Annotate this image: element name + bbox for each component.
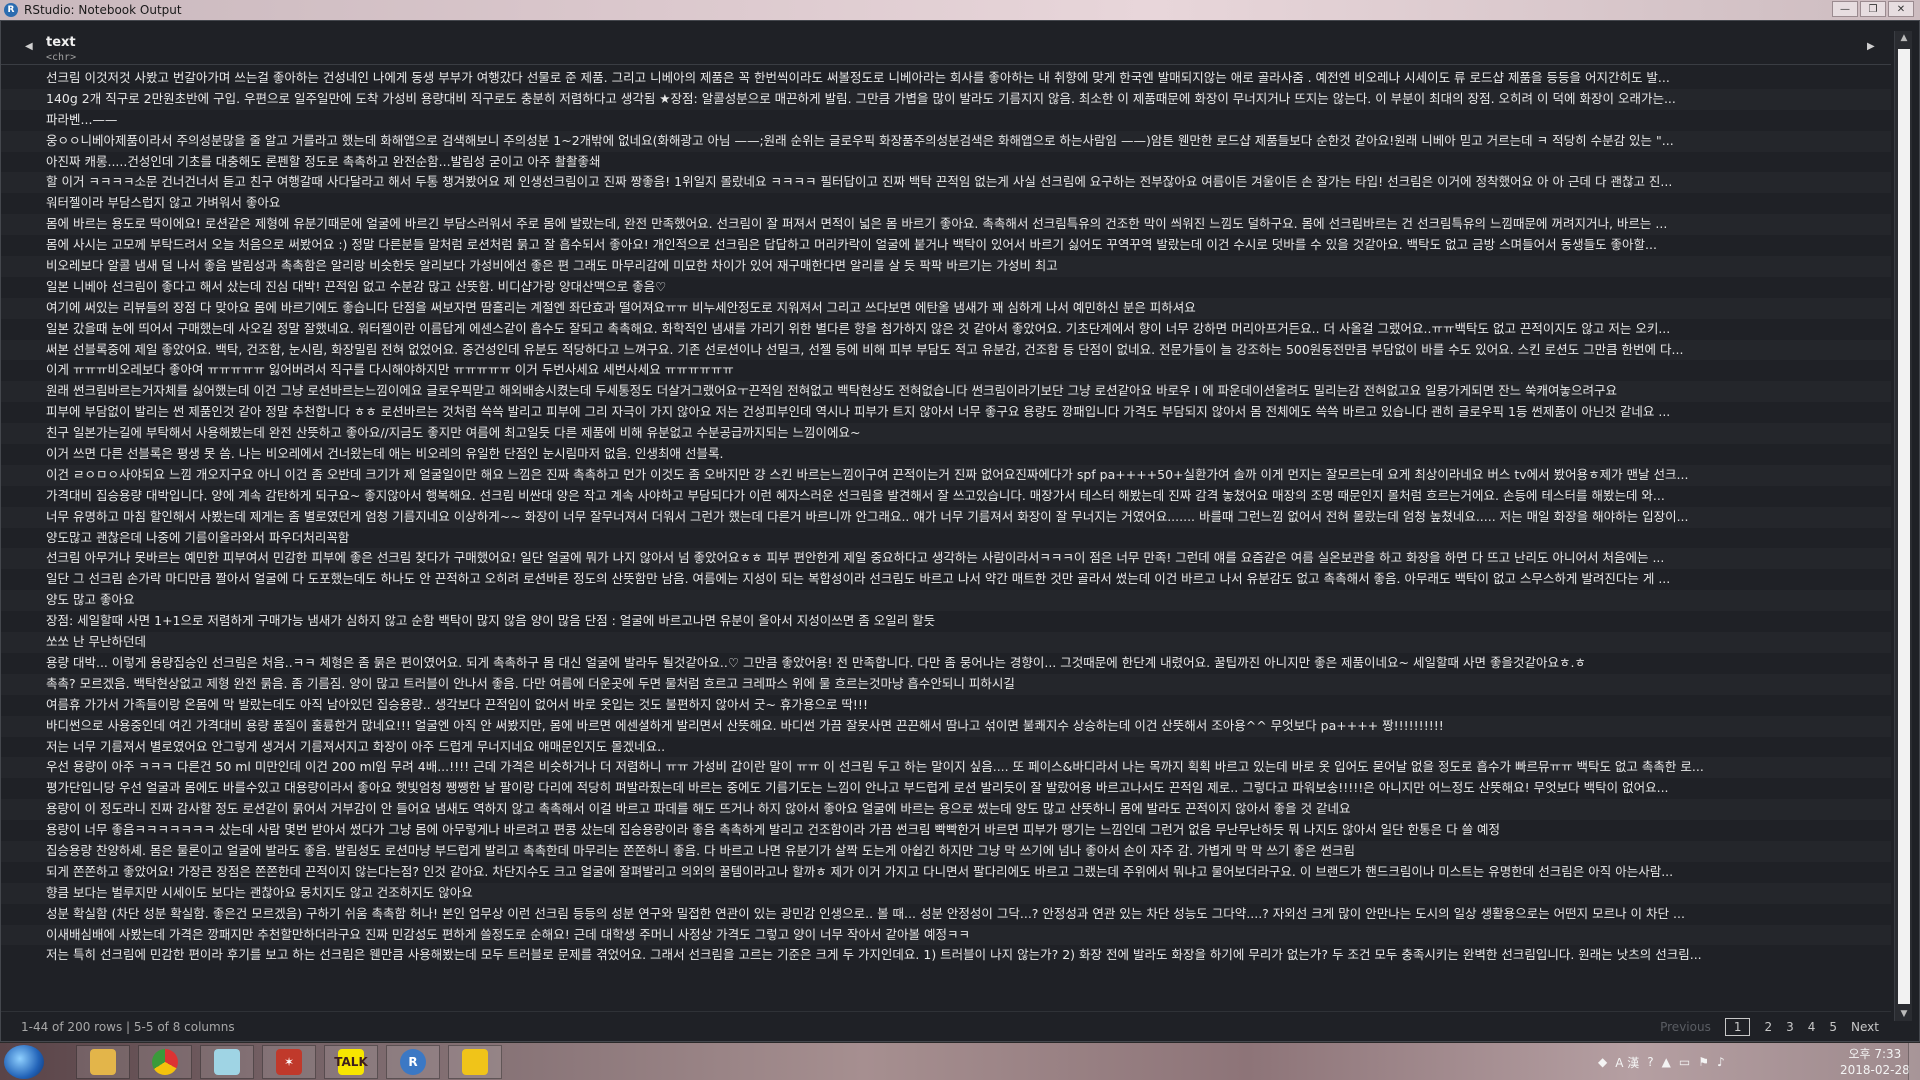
page-1-button[interactable]: 1: [1724, 1018, 1751, 1036]
column-name: text: [46, 35, 76, 50]
column-type: <chr>: [46, 52, 77, 63]
table-row: 워터젤이라 부담스럽지 않고 가벼워서 좋아요: [1, 193, 1891, 215]
close-button[interactable]: ✕: [1888, 1, 1914, 17]
window-title: RStudio: Notebook Output: [24, 3, 182, 17]
help-icon[interactable]: ?: [1647, 1055, 1653, 1069]
table-row: 웅ㅇㅇ니베아제품이라서 주의성분많을 줄 알고 거를라고 했는데 화해앱으로 검…: [1, 130, 1891, 152]
next-page-button[interactable]: Next: [1851, 1020, 1879, 1034]
table-row: 용량이 너무 좋음ㅋㅋㅋㅋㅋㅋㅋ 샀는데 사람 몇번 받아서 썼다가 그냥 몸에…: [1, 820, 1891, 841]
security-app-button[interactable]: [448, 1045, 502, 1079]
table-row: 양도많고 괜찮은데 나중에 기름이올라와서 파우더처리꼭함: [1, 527, 1891, 549]
notepad-button[interactable]: [200, 1045, 254, 1079]
folder-icon: [90, 1049, 116, 1075]
clock-time: 오후 7:33: [1848, 1047, 1902, 1061]
r-icon: R: [400, 1049, 426, 1075]
table-row: 몸에 사시는 고모께 부탁드려서 오늘 처음으로 써봤어요 :) 정말 다른분들…: [1, 235, 1891, 257]
table-row: 140g 2개 직구로 2만원초반에 구입. 우편으로 일주일만에 도착 가성비…: [1, 88, 1891, 110]
scroll-down-icon[interactable]: ▼: [1895, 1007, 1913, 1021]
star-icon: ✶: [276, 1049, 302, 1075]
previous-page-button[interactable]: Previous: [1660, 1020, 1711, 1034]
table-row: 이새배심배에 사봤는데 가격은 깡패지만 추천할만하더라구요 진짜 민감성도 편…: [1, 924, 1891, 946]
table-row: 저는 특히 선크림에 민감한 편이라 후기를 보고 하는 선크림은 웬만큼 사용…: [1, 945, 1891, 967]
volume-icon[interactable]: ♪: [1717, 1055, 1725, 1069]
rstudio-icon: R: [4, 3, 18, 17]
next-column-icon[interactable]: ▶: [1867, 41, 1875, 52]
page-2-button[interactable]: 2: [1764, 1020, 1772, 1034]
table-row: 몸에 바르는 용도로 딱이에요! 로션같은 제형에 유분기때문에 얼굴에 바르긴…: [1, 214, 1891, 236]
table-row: 너무 유명하고 마침 할인해서 사봤는데 제게는 좀 별로였던게 엄청 기름지네…: [1, 506, 1891, 528]
start-button[interactable]: [4, 1045, 44, 1079]
page-5-button[interactable]: 5: [1829, 1020, 1837, 1034]
notebook-output: ◀ text <chr> ▶ 선크림 이것저것 사봤고 번갈아가며 쓰는걸 좋아…: [0, 20, 1920, 1042]
table-row: 여름휴 가가서 가족들이랑 온몸에 막 발랐는데도 아직 남아있던 집승용량..…: [1, 694, 1891, 716]
table-row: 저는 너무 기름져서 별로였어요 안그렇게 생겨서 기름져서지고 화장이 아주 …: [1, 736, 1891, 758]
table-row: 파라벤...——: [1, 109, 1891, 131]
table-row: 용량 대박... 이렇게 용량집승인 선크림은 처음..ㅋㅋ 체형은 좀 묽은 …: [1, 652, 1891, 674]
title-bar: R RStudio: Notebook Output — ❐ ✕: [0, 0, 1920, 20]
maximize-button[interactable]: ❐: [1860, 1, 1886, 17]
table-row: 향큼 보다는 벌루지만 시세이도 보다는 괜찮아요 뭉치지도 않고 건조하지도 …: [1, 882, 1891, 904]
table-row: 되게 쫀쫀하고 좋았어요! 가장큰 장점은 쫀쫀한데 끈적이지 않는다는점? 인…: [1, 861, 1891, 883]
table-body: 선크림 이것저것 사봤고 번갈아가며 쓰는걸 좋아하는 건성네인 나에게 동생 …: [1, 68, 1891, 967]
table-row: 비오레보다 알콜 냄새 덜 나서 좋음 발림성과 촉촉함은 알리랑 비슷한듯 알…: [1, 256, 1891, 277]
table-row: 쏘쏘 난 무난하던데: [1, 632, 1891, 653]
table-row: 평가단입니당 우선 얼굴과 몸에도 바를수있고 대용량이라서 좋아요 햇빛엄청 …: [1, 778, 1891, 800]
table-row: 일단 그 선크림 손가락 마디만큼 짤아서 얼굴에 다 도포했는데도 하나도 안…: [1, 569, 1891, 591]
column-header: ◀ text <chr> ▶: [1, 21, 1891, 65]
network-icon[interactable]: ◆: [1598, 1055, 1607, 1069]
table-row: 집승용량 찬양하셰. 몸은 물론이고 얼굴에 발라도 좋음. 발림성도 로션마냥…: [1, 840, 1891, 862]
show-desktop-button[interactable]: [1908, 1043, 1920, 1080]
table-row: 친구 일본가는길에 부탁해서 사용해봤는데 완전 산뜻하고 좋아요//지금도 좋…: [1, 423, 1891, 445]
table-row: 일본 갔을때 눈에 띄어서 구매했는데 사오길 정말 잘했네요. 워터젤이란 이…: [1, 318, 1891, 340]
tray-expand-icon[interactable]: ▲: [1662, 1055, 1671, 1069]
notepad-icon: [214, 1049, 240, 1075]
page-3-button[interactable]: 3: [1786, 1020, 1794, 1034]
kakaotalk-button[interactable]: TALK: [324, 1045, 378, 1079]
page-4-button[interactable]: 4: [1808, 1020, 1816, 1034]
ime-indicator[interactable]: A 漢: [1615, 1054, 1639, 1071]
table-row: 아진짜 캐롱.....건성인데 기초를 대충해도 론펜할 정도로 촉촉하고 완전…: [1, 151, 1891, 173]
table-row: 원래 썬크림바르는거자체를 싫어했는데 이건 그냥 로션바르는느낌이에요 글로우…: [1, 381, 1891, 403]
table-row: 선크림 아무거나 못바르는 예민한 피부여서 민감한 피부에 좋은 선크림 찾다…: [1, 548, 1891, 570]
rstudio-taskbar-button[interactable]: R: [386, 1045, 440, 1079]
system-tray: ◆ A 漢 ? ▲ ▭ ⚑ ♪: [1598, 1049, 1725, 1075]
flag-icon[interactable]: ⚑: [1698, 1055, 1709, 1069]
file-explorer-button[interactable]: [76, 1045, 130, 1079]
table-row: 가격대비 집승용량 대박입니다. 양에 계속 감탄하게 되구요~ 좋지않아서 행…: [1, 485, 1891, 507]
table-row: 우선 용량이 아주 ㅋㅋㅋ 다른건 50 ml 미만인데 이건 200 ml임 …: [1, 757, 1891, 779]
table-row: 성분 확실함 (차단 성분 확실함. 좋은건 모르겠음) 구하기 쉬움 촉촉함 …: [1, 903, 1891, 925]
chrome-button[interactable]: [138, 1045, 192, 1079]
table-row: 일본 니베아 선크림이 좋다고 해서 샀는데 진심 대박! 끈적임 없고 수분감…: [1, 276, 1891, 298]
table-footer: 1-44 of 200 rows | 5-5 of 8 columns Prev…: [1, 1011, 1891, 1041]
table-row: 바디썬으로 사용중인데 여긴 가격대비 용량 품질이 훌륭한거 많네요!!! 얼…: [1, 715, 1891, 737]
table-row: 이게 ㅠㅠㅠ비오레보다 좋아여 ㅠㅠㅠㅠㅠ 잃어버려서 직구를 다시해야하지만 …: [1, 360, 1891, 382]
shield-icon: [462, 1049, 488, 1075]
table-row: 써본 선블록중에 제일 좋았어요. 백탁, 건조함, 눈시림, 화장밀림 전혀 …: [1, 339, 1891, 361]
monitor-icon[interactable]: ▭: [1679, 1055, 1690, 1069]
scroll-up-icon[interactable]: ▲: [1895, 31, 1913, 45]
table-row: 장점: 세일할때 사면 1+1으로 저렴하게 구매가능 냄새가 심하지 않고 순…: [1, 611, 1891, 633]
clock-date: 2018-02-28: [1840, 1063, 1910, 1077]
table-row: 여기에 써있는 리뷰들의 장점 다 맞아요 몸에 바르기에도 좋습니다 단점을 …: [1, 297, 1891, 319]
minimize-button[interactable]: —: [1832, 1, 1858, 17]
clock[interactable]: 오후 7:33 2018-02-28: [1840, 1046, 1910, 1078]
table-row: 할 이거 ㅋㅋㅋㅋ소문 건너건너서 듣고 친구 여행갈때 사다달라고 해서 두통…: [1, 172, 1891, 194]
table-row: 피부에 부담없이 발리는 썬 제품인것 같아 정말 추천합니다 ㅎㅎ 로션바르는…: [1, 402, 1891, 424]
table-row: 이거 쓰면 다른 선블록은 평생 못 씀. 나는 비오레에서 건너왔는데 애는 …: [1, 444, 1891, 465]
previous-column-icon[interactable]: ◀: [25, 41, 33, 52]
window-controls: — ❐ ✕: [1832, 1, 1914, 17]
row-info: 1-44 of 200 rows | 5-5 of 8 columns: [21, 1020, 235, 1034]
chrome-icon: [152, 1049, 178, 1075]
vertical-scrollbar[interactable]: ▲ ▼: [1894, 31, 1912, 1021]
table-row: 이건 ㄹㅇㅁㅇ사야되요 느낌 개오지구요 아니 이건 좀 오반데 크기가 제 얼…: [1, 464, 1891, 486]
table-row: 촉촉? 모르겠음. 백탁현상없고 제형 완전 묽음. 좀 기름짐. 양이 많고 …: [1, 673, 1891, 695]
table-row: 용량이 이 정도라니 진짜 감사할 정도 로션같이 묽어서 거부감이 안 들어요…: [1, 799, 1891, 821]
taskbar: ✶ TALK R ◆ A 漢 ? ▲ ▭ ⚑ ♪ 오후 7:33 2018-02…: [0, 1042, 1920, 1080]
table-row: 선크림 이것저것 사봤고 번갈아가며 쓰는걸 좋아하는 건성네인 나에게 동생 …: [1, 68, 1891, 89]
kakaotalk-icon: TALK: [334, 1049, 368, 1075]
scrollbar-thumb[interactable]: [1898, 49, 1910, 1004]
pagination: Previous 1 2 3 4 5 Next: [1660, 1018, 1879, 1036]
table-row: 양도 많고 좋아요: [1, 590, 1891, 612]
game-app-button[interactable]: ✶: [262, 1045, 316, 1079]
